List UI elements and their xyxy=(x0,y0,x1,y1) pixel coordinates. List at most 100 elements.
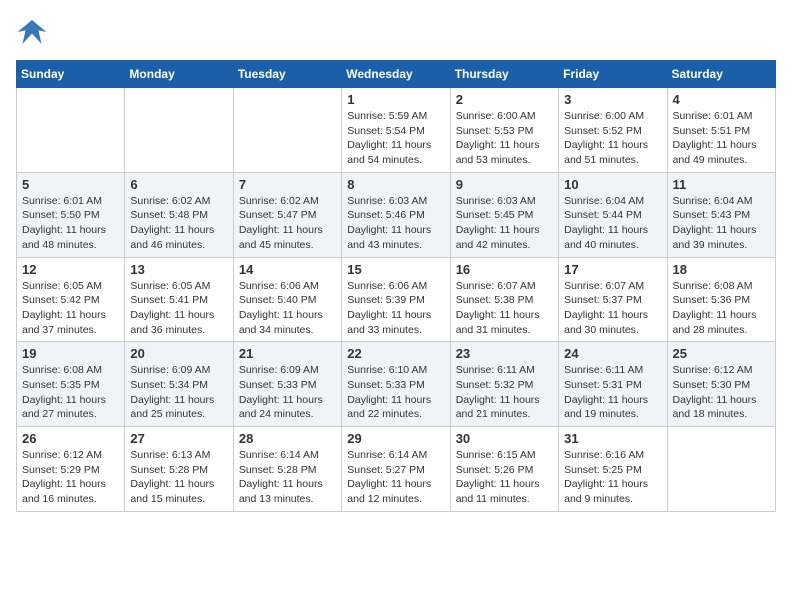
calendar-cell: 11 Sunrise: 6:04 AM Sunset: 5:43 PM Dayli… xyxy=(667,172,775,257)
day-info: Sunrise: 6:03 AM Sunset: 5:45 PM Dayligh… xyxy=(456,194,553,253)
calendar-cell: 10Sunrise: 6:04 AM Sunset: 5:44 PM Dayli… xyxy=(559,172,667,257)
calendar-cell xyxy=(667,427,775,512)
day-number: 28 xyxy=(239,431,336,446)
day-info: Sunrise: 6:09 AM Sunset: 5:33 PM Dayligh… xyxy=(239,363,336,422)
calendar-cell xyxy=(125,88,233,173)
day-info: Sunrise: 6:04 AM Sunset: 5:43 PM Dayligh… xyxy=(673,194,770,253)
calendar-week-row: 1Sunrise: 5:59 AM Sunset: 5:54 PM Daylig… xyxy=(17,88,776,173)
day-number: 26 xyxy=(22,431,119,446)
day-number: 15 xyxy=(347,262,444,277)
day-number: 16 xyxy=(456,262,553,277)
logo xyxy=(16,16,52,48)
weekday-header-row: SundayMondayTuesdayWednesdayThursdayFrid… xyxy=(17,61,776,88)
day-info: Sunrise: 6:02 AM Sunset: 5:48 PM Dayligh… xyxy=(130,194,227,253)
day-info: Sunrise: 6:00 AM Sunset: 5:53 PM Dayligh… xyxy=(456,109,553,168)
day-info: Sunrise: 5:59 AM Sunset: 5:54 PM Dayligh… xyxy=(347,109,444,168)
weekday-header-monday: Monday xyxy=(125,61,233,88)
calendar-cell: 24 Sunrise: 6:11 AM Sunset: 5:31 PM Dayli… xyxy=(559,342,667,427)
day-info: Sunrise: 6:01 AM Sunset: 5:50 PM Dayligh… xyxy=(22,194,119,253)
day-info: Sunrise: 6:08 AM Sunset: 5:36 PM Dayligh… xyxy=(673,279,770,338)
day-number: 6 xyxy=(130,177,227,192)
calendar-table: SundayMondayTuesdayWednesdayThursdayFrid… xyxy=(16,60,776,512)
day-info: Sunrise: 6:01 AM Sunset: 5:51 PM Dayligh… xyxy=(673,109,770,168)
page-header xyxy=(16,16,776,48)
day-info: Sunrise: 6:11 AM Sunset: 5:32 PM Dayligh… xyxy=(456,363,553,422)
weekday-header-sunday: Sunday xyxy=(17,61,125,88)
calendar-cell: 15 Sunrise: 6:06 AM Sunset: 5:39 PM Dayli… xyxy=(342,257,450,342)
calendar-cell: 13 Sunrise: 6:05 AM Sunset: 5:41 PM Dayli… xyxy=(125,257,233,342)
day-info: Sunrise: 6:10 AM Sunset: 5:33 PM Dayligh… xyxy=(347,363,444,422)
weekday-header-friday: Friday xyxy=(559,61,667,88)
day-info: Sunrise: 6:09 AM Sunset: 5:34 PM Dayligh… xyxy=(130,363,227,422)
day-number: 11 xyxy=(673,177,770,192)
day-info: Sunrise: 6:13 AM Sunset: 5:28 PM Dayligh… xyxy=(130,448,227,507)
weekday-header-wednesday: Wednesday xyxy=(342,61,450,88)
calendar-cell: 8Sunrise: 6:03 AM Sunset: 5:46 PM Daylig… xyxy=(342,172,450,257)
day-info: Sunrise: 6:14 AM Sunset: 5:28 PM Dayligh… xyxy=(239,448,336,507)
day-number: 2 xyxy=(456,92,553,107)
calendar-week-row: 12 Sunrise: 6:05 AM Sunset: 5:42 PM Dayli… xyxy=(17,257,776,342)
calendar-cell: 14Sunrise: 6:06 AM Sunset: 5:40 PM Dayli… xyxy=(233,257,341,342)
day-info: Sunrise: 6:05 AM Sunset: 5:41 PM Dayligh… xyxy=(130,279,227,338)
calendar-cell: 30Sunrise: 6:15 AM Sunset: 5:26 PM Dayli… xyxy=(450,427,558,512)
day-number: 27 xyxy=(130,431,227,446)
calendar-cell: 4 Sunrise: 6:01 AM Sunset: 5:51 PM Daylig… xyxy=(667,88,775,173)
calendar-cell: 28 Sunrise: 6:14 AM Sunset: 5:28 PM Dayli… xyxy=(233,427,341,512)
day-number: 18 xyxy=(673,262,770,277)
day-info: Sunrise: 6:06 AM Sunset: 5:39 PM Dayligh… xyxy=(347,279,444,338)
day-info: Sunrise: 6:02 AM Sunset: 5:47 PM Dayligh… xyxy=(239,194,336,253)
calendar-cell: 22 Sunrise: 6:10 AM Sunset: 5:33 PM Dayli… xyxy=(342,342,450,427)
day-number: 7 xyxy=(239,177,336,192)
day-number: 5 xyxy=(22,177,119,192)
logo-icon xyxy=(16,16,48,48)
day-info: Sunrise: 6:05 AM Sunset: 5:42 PM Dayligh… xyxy=(22,279,119,338)
day-number: 4 xyxy=(673,92,770,107)
calendar-cell: 18 Sunrise: 6:08 AM Sunset: 5:36 PM Dayli… xyxy=(667,257,775,342)
calendar-cell xyxy=(17,88,125,173)
calendar-cell: 23 Sunrise: 6:11 AM Sunset: 5:32 PM Dayli… xyxy=(450,342,558,427)
day-number: 31 xyxy=(564,431,661,446)
day-info: Sunrise: 6:04 AM Sunset: 5:44 PM Dayligh… xyxy=(564,194,661,253)
calendar-cell: 12 Sunrise: 6:05 AM Sunset: 5:42 PM Dayli… xyxy=(17,257,125,342)
day-number: 22 xyxy=(347,346,444,361)
calendar-cell: 19Sunrise: 6:08 AM Sunset: 5:35 PM Dayli… xyxy=(17,342,125,427)
calendar-week-row: 5 Sunrise: 6:01 AM Sunset: 5:50 PM Daylig… xyxy=(17,172,776,257)
calendar-cell: 3 Sunrise: 6:00 AM Sunset: 5:52 PM Daylig… xyxy=(559,88,667,173)
calendar-cell: 29 Sunrise: 6:14 AM Sunset: 5:27 PM Dayli… xyxy=(342,427,450,512)
calendar-week-row: 19Sunrise: 6:08 AM Sunset: 5:35 PM Dayli… xyxy=(17,342,776,427)
day-info: Sunrise: 6:11 AM Sunset: 5:31 PM Dayligh… xyxy=(564,363,661,422)
calendar-cell: 31Sunrise: 6:16 AM Sunset: 5:25 PM Dayli… xyxy=(559,427,667,512)
calendar-cell: 20 Sunrise: 6:09 AM Sunset: 5:34 PM Dayli… xyxy=(125,342,233,427)
day-info: Sunrise: 6:07 AM Sunset: 5:37 PM Dayligh… xyxy=(564,279,661,338)
calendar-cell: 5 Sunrise: 6:01 AM Sunset: 5:50 PM Daylig… xyxy=(17,172,125,257)
calendar-cell: 16 Sunrise: 6:07 AM Sunset: 5:38 PM Dayli… xyxy=(450,257,558,342)
day-number: 21 xyxy=(239,346,336,361)
day-info: Sunrise: 6:12 AM Sunset: 5:29 PM Dayligh… xyxy=(22,448,119,507)
day-number: 23 xyxy=(456,346,553,361)
day-number: 13 xyxy=(130,262,227,277)
day-number: 24 xyxy=(564,346,661,361)
day-number: 25 xyxy=(673,346,770,361)
day-number: 29 xyxy=(347,431,444,446)
weekday-header-saturday: Saturday xyxy=(667,61,775,88)
calendar-cell: 7 Sunrise: 6:02 AM Sunset: 5:47 PM Daylig… xyxy=(233,172,341,257)
calendar-cell: 9 Sunrise: 6:03 AM Sunset: 5:45 PM Daylig… xyxy=(450,172,558,257)
day-number: 14 xyxy=(239,262,336,277)
day-number: 30 xyxy=(456,431,553,446)
calendar-cell: 27 Sunrise: 6:13 AM Sunset: 5:28 PM Dayli… xyxy=(125,427,233,512)
day-info: Sunrise: 6:14 AM Sunset: 5:27 PM Dayligh… xyxy=(347,448,444,507)
day-info: Sunrise: 6:07 AM Sunset: 5:38 PM Dayligh… xyxy=(456,279,553,338)
calendar-cell: 21 Sunrise: 6:09 AM Sunset: 5:33 PM Dayli… xyxy=(233,342,341,427)
day-number: 19 xyxy=(22,346,119,361)
weekday-header-thursday: Thursday xyxy=(450,61,558,88)
calendar-cell: 26 Sunrise: 6:12 AM Sunset: 5:29 PM Dayli… xyxy=(17,427,125,512)
calendar-cell: 6 Sunrise: 6:02 AM Sunset: 5:48 PM Daylig… xyxy=(125,172,233,257)
day-number: 12 xyxy=(22,262,119,277)
day-number: 9 xyxy=(456,177,553,192)
day-info: Sunrise: 6:00 AM Sunset: 5:52 PM Dayligh… xyxy=(564,109,661,168)
day-number: 8 xyxy=(347,177,444,192)
day-number: 3 xyxy=(564,92,661,107)
calendar-cell xyxy=(233,88,341,173)
day-number: 17 xyxy=(564,262,661,277)
day-number: 20 xyxy=(130,346,227,361)
